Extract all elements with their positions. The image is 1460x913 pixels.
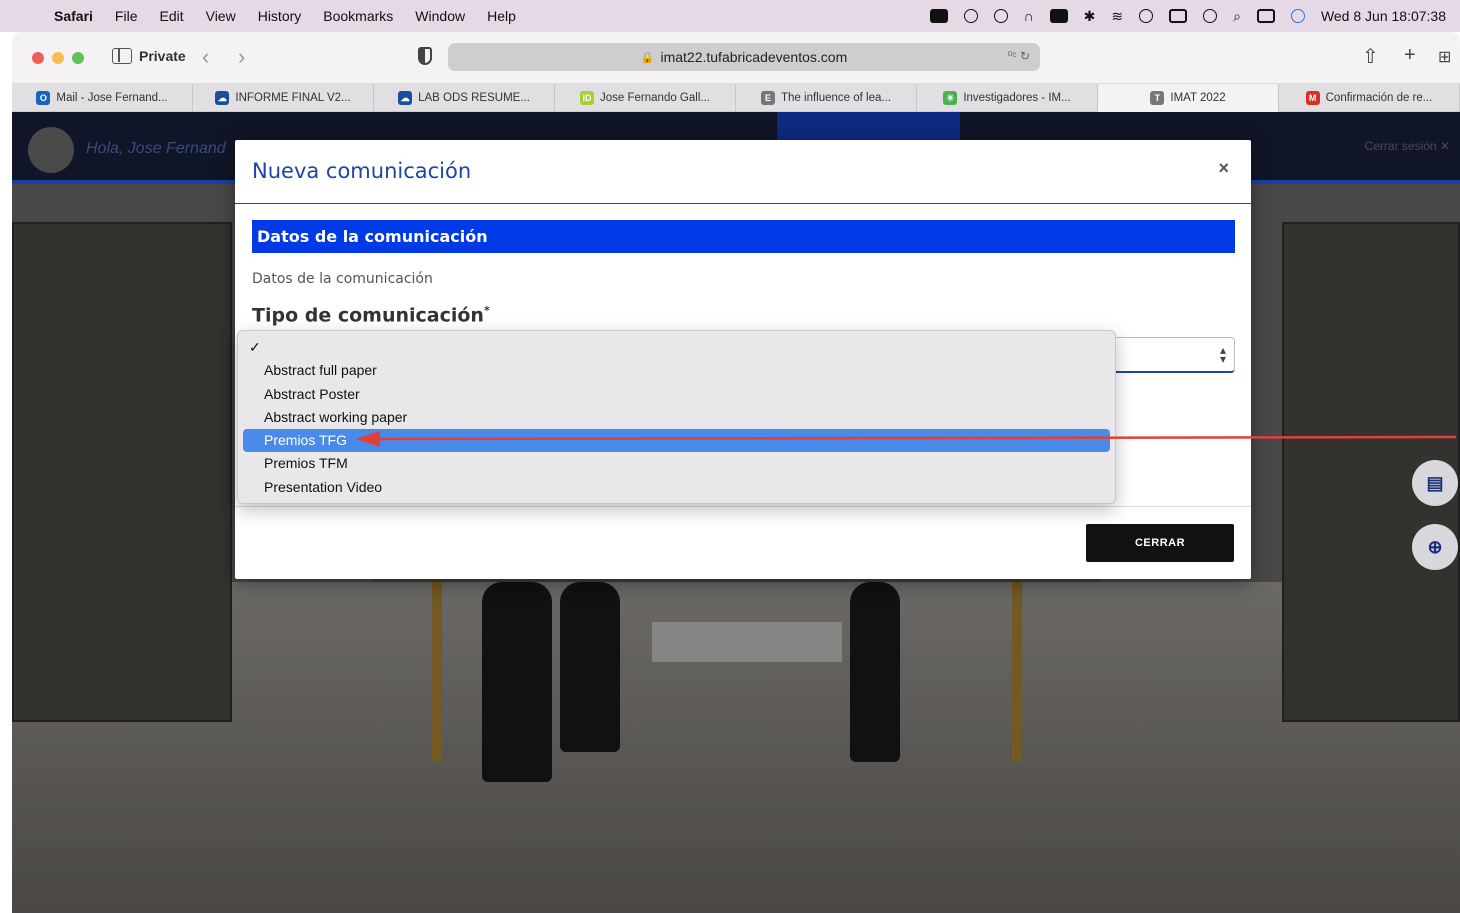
- dropdown-option[interactable]: Abstract Poster: [243, 383, 1110, 406]
- browser-toolbar: Private ‹ › 🔒 imat22.tufabricadeventos.c…: [12, 32, 1460, 84]
- menu-file[interactable]: File: [115, 8, 138, 24]
- browser-tab[interactable]: ✳ Investigadores - IM...: [917, 84, 1098, 112]
- bluetooth-icon[interactable]: ✱: [1084, 8, 1096, 25]
- tab-label: Jose Fernando Gall...: [600, 92, 710, 104]
- orcid-icon: iD: [580, 91, 595, 105]
- option-label: Premios TFM: [264, 455, 348, 472]
- address-bar[interactable]: 🔒 imat22.tufabricadeventos.com ⁰ᶜ ↻: [448, 43, 1040, 71]
- macos-menubar: Safari File Edit View History Bookmarks …: [0, 0, 1460, 32]
- option-label: Premios TFG: [264, 432, 347, 449]
- logout-link[interactable]: Cerrar sesión ✕: [1365, 139, 1450, 153]
- gmail-icon: M: [1305, 91, 1320, 105]
- siri-icon[interactable]: [1290, 9, 1305, 23]
- keyboard-icon[interactable]: [1169, 9, 1188, 23]
- tab-bar: O Mail - Jose Fernand... ☁ INFORME FINAL V2…: [12, 84, 1460, 112]
- cloud-icon: ☁: [215, 91, 230, 105]
- translate-reload-icons[interactable]: ⁰ᶜ ↻: [1008, 49, 1030, 63]
- tab-label: Mail - Jose Fernand...: [56, 92, 168, 104]
- document-icon[interactable]: ▤: [1412, 460, 1458, 506]
- control-center-icon[interactable]: [1256, 9, 1275, 23]
- browser-tab[interactable]: iD Jose Fernando Gall...: [555, 84, 736, 112]
- user-icon[interactable]: [1139, 9, 1154, 23]
- elsevier-icon: E: [761, 91, 776, 105]
- dropdown-option[interactable]: Presentation Video: [243, 476, 1110, 499]
- tab-overview-icon[interactable]: ⊞: [1438, 47, 1451, 67]
- spotlight-icon[interactable]: ⌕: [1233, 8, 1241, 25]
- dropdown-option[interactable]: Premios TFM: [243, 452, 1110, 475]
- cloud-sync-icon[interactable]: [963, 9, 978, 23]
- tab-label: The influence of lea...: [781, 92, 891, 104]
- greeting-text: Hola, Jose Fernand: [86, 140, 226, 157]
- tab-label: Investigadores - IM...: [963, 92, 1071, 104]
- menu-window[interactable]: Window: [415, 8, 465, 24]
- menu-help[interactable]: Help: [487, 8, 516, 24]
- section-subtitle: Datos de la comunicación: [252, 271, 433, 287]
- play-icon[interactable]: [993, 9, 1008, 23]
- browser-tab[interactable]: O Mail - Jose Fernand...: [12, 84, 193, 112]
- header-active-tab[interactable]: [777, 112, 960, 142]
- option-label: Abstract Poster: [264, 385, 360, 402]
- close-window-icon[interactable]: [32, 52, 44, 64]
- option-label: Abstract working paper: [264, 408, 408, 425]
- add-icon[interactable]: ⊕: [1412, 524, 1458, 570]
- field-label-text: Tipo de comunicación: [252, 304, 484, 327]
- avatar[interactable]: [28, 127, 74, 173]
- section-header: Datos de la comunicación: [252, 220, 1235, 253]
- option-label: Presentation Video: [264, 478, 383, 495]
- status-area: ∩ ✱ ≋ ⌕ Wed 8 Jun 18:07:38: [929, 0, 1446, 32]
- close-icon[interactable]: ×: [1218, 158, 1229, 179]
- modal-divider: [235, 203, 1251, 204]
- dropdown-option[interactable]: Premios TFG: [243, 429, 1110, 453]
- communication-type-label: Tipo de comunicación*: [252, 304, 490, 326]
- menu-bookmarks[interactable]: Bookmarks: [323, 8, 393, 24]
- browser-tab[interactable]: E The influence of lea...: [736, 84, 917, 112]
- modal-title: Nueva comunicación: [252, 159, 472, 183]
- battery-icon[interactable]: [1049, 9, 1068, 23]
- sidebar-toggle-icon[interactable]: [112, 48, 132, 64]
- forward-arrow-icon[interactable]: ›: [238, 44, 245, 70]
- menu-view[interactable]: View: [206, 8, 236, 24]
- time-machine-icon[interactable]: [1203, 9, 1218, 23]
- browser-tab[interactable]: ☁ LAB ODS RESUME...: [374, 84, 555, 112]
- privacy-shield-icon[interactable]: [418, 47, 432, 65]
- checkmark-icon: ✓: [249, 339, 261, 355]
- back-arrow-icon[interactable]: ‹: [202, 44, 209, 70]
- tab-t-icon: T: [1150, 91, 1165, 105]
- zoom-status-icon[interactable]: [929, 9, 948, 23]
- menu-app-name[interactable]: Safari: [54, 8, 93, 24]
- minimize-window-icon[interactable]: [52, 52, 64, 64]
- lock-icon: 🔒: [640, 51, 655, 64]
- private-label: Private: [139, 48, 186, 64]
- share-icon[interactable]: ⇧: [1362, 44, 1379, 69]
- zoom-window-icon[interactable]: [72, 52, 84, 64]
- new-tab-icon[interactable]: +: [1404, 44, 1416, 67]
- tab-label: Confirmación de re...: [1325, 92, 1433, 104]
- communication-type-dropdown: ✓ Abstract full paper Abstract Poster Abstr…: [237, 330, 1116, 504]
- headphones-icon[interactable]: ∩: [1024, 8, 1034, 24]
- menu-edit[interactable]: Edit: [159, 8, 183, 24]
- tab-label: INFORME FINAL V2...: [235, 92, 351, 104]
- url-text: imat22.tufabricadeventos.com: [660, 49, 848, 65]
- section-title: Datos de la comunicación: [257, 227, 488, 246]
- option-label: Abstract full paper: [264, 362, 377, 379]
- sparkle-icon: ✳: [943, 91, 958, 105]
- menu-history[interactable]: History: [258, 8, 302, 24]
- browser-tab[interactable]: ☁ INFORME FINAL V2...: [193, 84, 374, 112]
- tab-label: IMAT 2022: [1170, 92, 1226, 104]
- dropdown-option[interactable]: Abstract working paper: [243, 406, 1110, 429]
- required-mark: *: [483, 304, 490, 317]
- cloud-icon: ☁: [398, 91, 413, 105]
- browser-tab[interactable]: T IMAT 2022: [1098, 84, 1279, 112]
- tab-label: LAB ODS RESUME...: [418, 92, 530, 104]
- clock-text[interactable]: Wed 8 Jun 18:07:38: [1321, 8, 1446, 24]
- wifi-icon[interactable]: ≋: [1111, 8, 1123, 25]
- browser-tab[interactable]: M Confirmación de re...: [1279, 84, 1460, 112]
- modal-footer-divider: [235, 506, 1251, 507]
- outlook-icon: O: [36, 91, 51, 105]
- close-button[interactable]: CERRAR: [1086, 524, 1234, 562]
- dropdown-option[interactable]: ✓: [243, 336, 1110, 359]
- dropdown-option[interactable]: Abstract full paper: [243, 359, 1110, 382]
- select-stepper-icon: ▴ ▾: [1219, 343, 1226, 366]
